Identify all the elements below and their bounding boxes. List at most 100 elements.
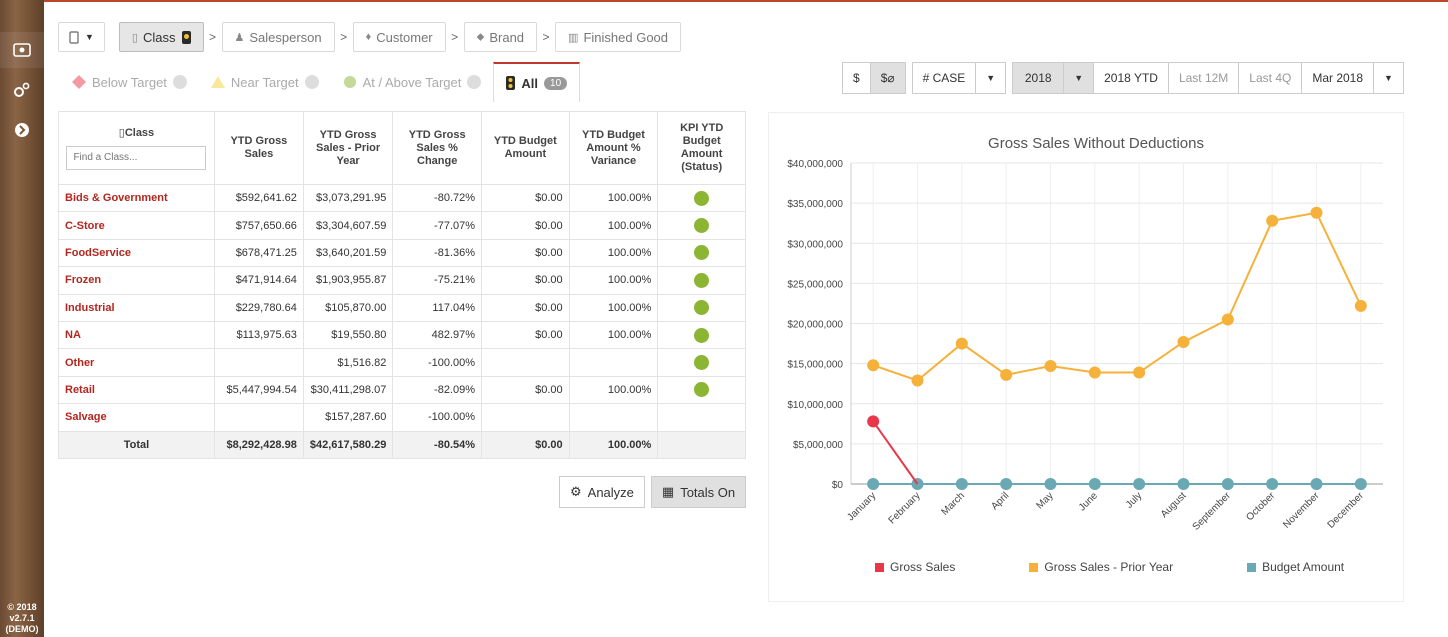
table-row[interactable]: Other $1,516.82 -100.00% bbox=[58, 348, 746, 377]
class-header-label: Class bbox=[124, 126, 155, 139]
kpi-status-dot bbox=[694, 382, 710, 398]
x-tick-label: October bbox=[1244, 490, 1277, 523]
class-cell[interactable]: Bids & Government bbox=[58, 183, 215, 213]
prior-cell: $3,073,291.95 bbox=[302, 183, 394, 213]
ytd-gross-prior-header[interactable]: YTD Gross Sales - Prior Year bbox=[302, 111, 394, 185]
y-tick-label: $0 bbox=[832, 480, 844, 491]
totals-on-label: Totals On bbox=[680, 484, 736, 500]
legend-gross-sales[interactable]: Gross Sales bbox=[875, 560, 955, 574]
table-row[interactable]: NA $113,975.63 $19,550.80 482.97% $0.00 100.0… bbox=[58, 320, 746, 350]
class-cell[interactable]: Industrial bbox=[58, 293, 215, 322]
class-cell[interactable]: Salvage bbox=[58, 403, 215, 432]
last-12m-button[interactable]: Last 12M bbox=[1167, 62, 1240, 94]
variance-cell: 100.00% bbox=[568, 320, 659, 350]
data-point bbox=[867, 415, 880, 428]
crumb-brand[interactable]: ⬥ Brand bbox=[463, 22, 538, 52]
month-dropdown[interactable]: ▼ bbox=[1373, 62, 1404, 94]
year-dropdown[interactable]: ▼ bbox=[1063, 62, 1095, 94]
gross-cell: $113,975.63 bbox=[213, 320, 304, 350]
data-point bbox=[1354, 478, 1367, 490]
table-row[interactable]: Bids & Government $592,641.62 $3,073,291.9… bbox=[58, 183, 746, 213]
dashboard-button[interactable] bbox=[0, 32, 44, 68]
kpi-cell bbox=[657, 183, 746, 213]
class-cell[interactable]: FoodService bbox=[58, 238, 215, 268]
person-icon: ♟ bbox=[234, 31, 245, 44]
settings-button[interactable] bbox=[0, 72, 44, 108]
tab-all[interactable]: All 10 bbox=[493, 62, 581, 102]
traffic-light-icon bbox=[181, 30, 191, 44]
budget-cell bbox=[481, 348, 570, 377]
y-tick-label: $40,000,000 bbox=[787, 159, 843, 170]
case-dropdown[interactable]: ▼ bbox=[975, 62, 1007, 94]
month-button[interactable]: Mar 2018 bbox=[1301, 62, 1375, 94]
crumb-finished-good[interactable]: ▥ Finished Good bbox=[555, 22, 682, 52]
class-cell[interactable]: Frozen bbox=[58, 266, 215, 295]
ytd-gross-header[interactable]: YTD Gross Sales bbox=[213, 111, 304, 185]
prior-cell: $30,411,298.07 bbox=[302, 375, 394, 405]
x-tick-label: June bbox=[1077, 490, 1100, 513]
table-row[interactable]: Industrial $229,780.64 $105,870.00 117.04% $… bbox=[58, 293, 746, 322]
table-row[interactable]: Retail $5,447,994.54 $30,411,298.07 -82.09%… bbox=[58, 375, 746, 405]
prior-cell: $3,640,201.59 bbox=[302, 238, 394, 268]
tab-below-target[interactable]: Below Target bbox=[60, 62, 199, 102]
table-header-row: ▯Class YTD Gross Sales YTD Gross Sales -… bbox=[58, 111, 746, 185]
analyze-button[interactable]: ⚙ Analyze bbox=[559, 476, 645, 508]
barcode-icon: ▥ bbox=[568, 31, 579, 44]
table-row[interactable]: Salvage $157,287.60 -100.00% bbox=[58, 403, 746, 432]
tablet-icon bbox=[69, 30, 79, 44]
currency-no-decimals-button[interactable]: $⌀ bbox=[869, 62, 906, 94]
legend-prior-year[interactable]: Gross Sales - Prior Year bbox=[1029, 560, 1173, 574]
class-cell[interactable]: Retail bbox=[58, 375, 215, 405]
data-point bbox=[1354, 299, 1367, 312]
totals-on-button[interactable]: ▦ Totals On bbox=[650, 476, 747, 508]
class-cell[interactable]: Other bbox=[58, 348, 215, 377]
x-tick-label: February bbox=[887, 490, 923, 526]
crumb-class[interactable]: ▯ Class bbox=[118, 22, 204, 52]
kpi-status-dot bbox=[694, 327, 710, 343]
chevron-down-icon: ▼ bbox=[986, 73, 996, 83]
ytd-button[interactable]: 2018 YTD bbox=[1093, 62, 1169, 94]
total-budget: $0.00 bbox=[481, 430, 570, 459]
series-line-1 bbox=[872, 211, 1362, 382]
data-point bbox=[867, 359, 880, 372]
tab-near-target[interactable]: Near Target bbox=[199, 62, 331, 102]
kpi-header[interactable]: KPI YTD Budget Amount (Status) bbox=[657, 111, 746, 185]
tab-below-target-label: Below Target bbox=[92, 74, 167, 90]
status-tabs: Below Target Near Target At / Above Targ… bbox=[60, 62, 581, 102]
data-point bbox=[1310, 478, 1323, 490]
device-dropdown[interactable]: ▼ bbox=[58, 22, 105, 52]
legend-budget[interactable]: Budget Amount bbox=[1247, 560, 1344, 574]
view-controls: $ $⌀ # CASE ▼ 2018 ▼ 2018 YTD Last 12M L… bbox=[842, 62, 1404, 94]
prior-cell: $157,287.60 bbox=[302, 403, 394, 432]
crumb-salesperson[interactable]: ♟ Salesperson bbox=[221, 22, 335, 52]
total-gross: $8,292,428.98 bbox=[213, 430, 304, 459]
x-tick-label: May bbox=[1034, 490, 1055, 511]
data-point bbox=[1088, 366, 1101, 379]
expand-button[interactable] bbox=[0, 112, 44, 148]
class-cell[interactable]: C-Store bbox=[58, 211, 215, 240]
last-4q-button[interactable]: Last 4Q bbox=[1238, 62, 1303, 94]
currency-button[interactable]: $ bbox=[842, 62, 871, 94]
ytd-budget-header[interactable]: YTD Budget Amount bbox=[481, 111, 570, 185]
crumb-customer[interactable]: ♦ Customer bbox=[352, 22, 446, 52]
kpi-status-dot bbox=[694, 272, 710, 288]
ytd-gross-pct-header[interactable]: YTD Gross Sales % Change bbox=[392, 111, 483, 185]
variance-cell bbox=[568, 403, 659, 432]
data-point bbox=[1088, 478, 1101, 490]
budget-cell: $0.00 bbox=[481, 211, 570, 240]
find-class-input[interactable] bbox=[66, 145, 207, 170]
table-row[interactable]: Frozen $471,914.64 $1,903,955.87 -75.21% $0.… bbox=[58, 266, 746, 295]
crumb-class-label: Class bbox=[142, 29, 176, 45]
year-button[interactable]: 2018 bbox=[1012, 62, 1065, 94]
y-tick-label: $5,000,000 bbox=[793, 440, 843, 451]
version-text: v2.7.1 bbox=[9, 613, 35, 623]
class-cell[interactable]: NA bbox=[58, 320, 215, 350]
legend-swatch bbox=[875, 562, 884, 572]
count-badge bbox=[172, 75, 187, 89]
tab-at-above-target-label: At / Above Target bbox=[362, 74, 462, 90]
tab-at-above-target[interactable]: At / Above Target bbox=[331, 62, 494, 102]
table-row[interactable]: C-Store $757,650.66 $3,304,607.59 -77.07% $0… bbox=[58, 211, 746, 240]
table-row[interactable]: FoodService $678,471.25 $3,640,201.59 -81.3… bbox=[58, 238, 746, 268]
ytd-budget-var-header[interactable]: YTD Budget Amount % Variance bbox=[568, 111, 659, 185]
case-button[interactable]: # CASE bbox=[911, 62, 977, 94]
